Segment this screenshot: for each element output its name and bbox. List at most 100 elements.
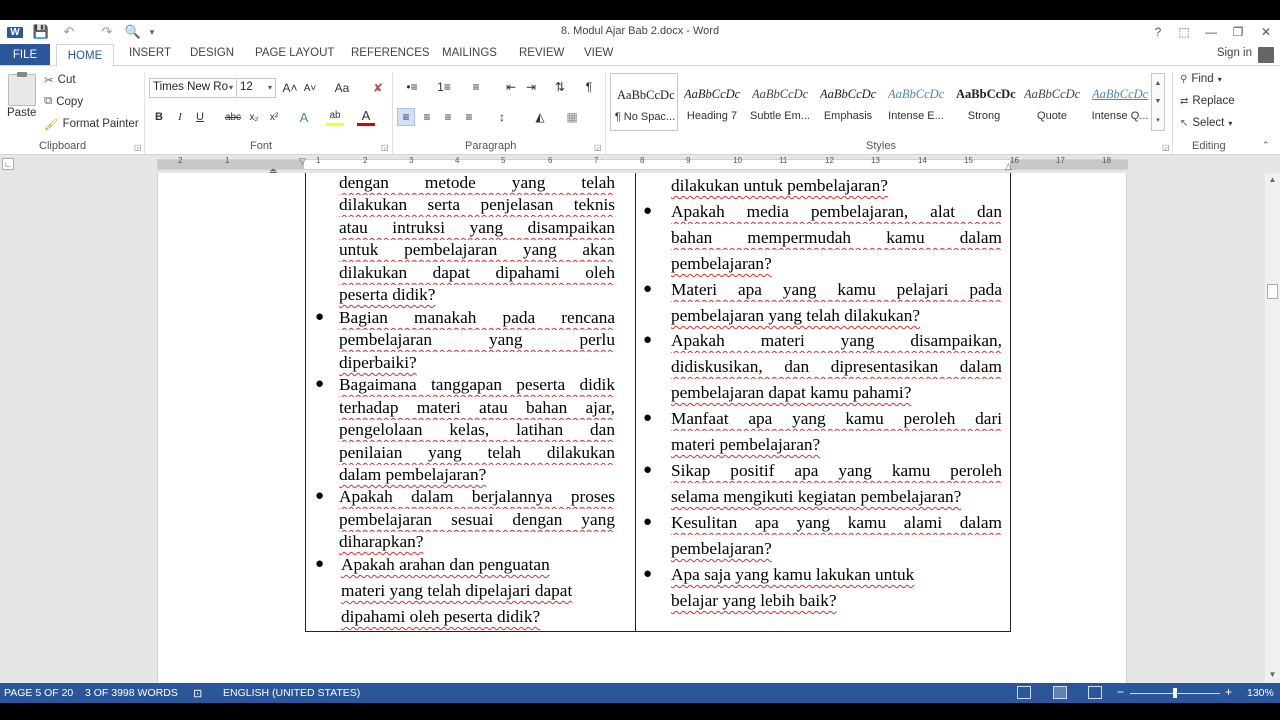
table-cell-text-line[interactable]: diharapkan?	[339, 532, 423, 552]
table-cell-text-line[interactable]: pengelolaan kelas, latihan dan	[339, 420, 615, 442]
zoom-out-button[interactable]: −	[1117, 685, 1124, 699]
account-avatar-icon[interactable]	[1258, 47, 1274, 63]
table-cell-text-line[interactable]: Apakah materi yang disampaikan,	[671, 331, 1002, 353]
table-cell-text-line[interactable]: pembelajaran yang telah dilakukan?	[671, 306, 920, 326]
word-count[interactable]: 3 OF 3998 WORDS	[85, 687, 178, 699]
font-name-box[interactable]: Times New Ro ▾	[149, 78, 237, 98]
numbering-icon[interactable]: 1≡	[430, 78, 458, 96]
font-dialog-launcher-icon[interactable]: ◲	[381, 143, 389, 152]
table-cell-text-line[interactable]: penilaian yang telah dilakukan	[339, 443, 615, 465]
tab-page-layout[interactable]: PAGE LAYOUT	[255, 47, 334, 59]
style-subtle-emphasis[interactable]: AaBbCcDc Subtle Em...	[746, 73, 814, 131]
table-cell-text-line[interactable]: dilakukan serta penjelasan teknis	[339, 195, 615, 217]
page-count[interactable]: PAGE 5 OF 20	[4, 687, 73, 699]
style-heading-7[interactable]: AaBbCcDc Heading 7	[678, 73, 746, 131]
table-cell-text-line[interactable]: Apakah arahan dan penguatan	[341, 555, 550, 575]
table-cell-text-line[interactable]: Bagaimana tanggapan peserta didik	[339, 375, 615, 397]
language-indicator[interactable]: ENGLISH (UNITED STATES)	[223, 687, 360, 699]
table-cell-text-line[interactable]: dilakukan dapat dipahami oleh	[339, 263, 615, 285]
strikethrough-button[interactable]: abc	[222, 108, 244, 126]
show-formatting-marks-icon[interactable]: ¶	[580, 78, 598, 96]
help-button[interactable]: ?	[1146, 22, 1170, 42]
clipboard-dialog-launcher-icon[interactable]: ◲	[134, 143, 142, 152]
styles-gallery-scroll[interactable]: ▲ ▼ ▾	[1151, 73, 1165, 131]
table-cell-text-line[interactable]: peserta didik?	[339, 285, 435, 305]
zoom-level[interactable]: 130%	[1247, 687, 1274, 699]
scroll-up-icon[interactable]: ▲	[1265, 175, 1280, 184]
sign-in-link[interactable]: Sign in	[1217, 47, 1252, 59]
restore-button[interactable]: ❐	[1226, 22, 1250, 42]
document-page[interactable]: dengan metode yang telah dilakukan serta …	[157, 173, 1127, 683]
horizontal-ruler[interactable]: ∟ 2 1 1 2 3 4 5 6 7 8 9 10 11 12 13 14 15 16 17 18 ▽ ⏏ △	[0, 155, 1280, 176]
font-color-icon[interactable]: A	[357, 108, 375, 126]
table-cell-text-line[interactable]: atau intruksi yang disampaikan	[339, 218, 615, 240]
find-button[interactable]: ⚲ Find ▾	[1180, 73, 1222, 85]
copy-button[interactable]: ⧉ Copy	[44, 95, 83, 108]
style-quote[interactable]: AaBbCcDc Quote	[1018, 73, 1086, 131]
cut-button[interactable]: ✂ Cut	[44, 73, 76, 87]
superscript-button[interactable]: x²	[265, 108, 283, 126]
highlight-color-icon[interactable]: ab	[326, 108, 344, 126]
format-painter-button[interactable]: 🖌 Format Painter	[44, 117, 139, 131]
table-cell-text-line[interactable]: Apa saja yang kamu lakukan untuk	[671, 565, 914, 585]
proofing-icon[interactable]: ⊡	[193, 687, 202, 700]
table-cell-text-line[interactable]: pembelajaran?	[671, 539, 772, 559]
align-left-icon[interactable]: ≡	[397, 108, 415, 126]
chevron-down-icon[interactable]: ▼	[1155, 98, 1162, 105]
font-size-box[interactable]: 12 ▾	[236, 78, 276, 98]
table-cell-text-line[interactable]: terhadap materi atau bahan ajar,	[339, 398, 615, 420]
tab-home[interactable]: HOME	[56, 44, 114, 67]
tab-review[interactable]: REVIEW	[519, 47, 564, 59]
table-cell-text-line[interactable]: pembelajaran sesuai dengan yang	[339, 510, 615, 532]
more-icon[interactable]: ▾	[1156, 116, 1160, 124]
table-cell-text-line[interactable]: materi pembelajaran?	[671, 435, 820, 455]
multilevel-list-icon[interactable]: ≡	[463, 78, 489, 96]
table-cell-text-line[interactable]: Apakah dalam berjalannya proses	[339, 487, 615, 509]
right-indent-marker-icon[interactable]: △	[1005, 161, 1012, 172]
underline-button[interactable]: U	[191, 108, 209, 126]
table-cell-text-line[interactable]: materi yang telah dipelajari dapat	[341, 581, 572, 601]
italic-button[interactable]: I	[171, 108, 189, 126]
subscript-button[interactable]: x₂	[245, 108, 263, 126]
zoom-slider-thumb[interactable]	[1173, 688, 1177, 698]
bold-button[interactable]: B	[150, 108, 168, 126]
scroll-thumb[interactable]	[1267, 284, 1278, 299]
table-cell-text-line[interactable]: didiskusikan, dan dipresentasikan dalam	[671, 357, 1002, 379]
style-strong[interactable]: AaBbCcDc Strong	[950, 73, 1018, 131]
ribbon-display-options-icon[interactable]: ⬚	[1172, 22, 1196, 42]
vertical-scrollbar[interactable]: ▲ ▼	[1265, 173, 1280, 683]
tab-file[interactable]: FILE	[0, 44, 50, 66]
style-intense-emphasis[interactable]: AaBbCcDc Intense E...	[882, 73, 950, 131]
close-button[interactable]: ✕	[1254, 22, 1278, 42]
table-cell-text-line[interactable]: diperbaiki?	[339, 353, 417, 373]
table-cell-text-line[interactable]: pembelajaran?	[671, 254, 772, 274]
tab-design[interactable]: DESIGN	[190, 47, 234, 59]
table-cell-text-line[interactable]: pembelajaran yang perlu	[339, 330, 615, 352]
table-cell-text-line[interactable]: dilakukan untuk pembelajaran?	[671, 176, 888, 196]
chevron-up-icon[interactable]: ▲	[1155, 80, 1162, 87]
text-effects-icon[interactable]: A	[295, 108, 313, 126]
table-cell-text-line[interactable]: selama mengikuti kegiatan pembelajaran?	[671, 487, 961, 507]
table-cell-text-line[interactable]: bahan mempermudah kamu dalam	[671, 228, 1002, 250]
paragraph-dialog-launcher-icon[interactable]: ◲	[594, 143, 602, 152]
minimize-button[interactable]: —	[1199, 22, 1223, 42]
select-button[interactable]: ↖ Select ▾	[1180, 117, 1232, 129]
web-layout-icon[interactable]	[1088, 686, 1102, 699]
shrink-font-icon[interactable]: A˅	[301, 79, 319, 97]
borders-icon[interactable]: ▦	[560, 108, 584, 126]
center-icon[interactable]: ≡	[418, 108, 436, 126]
tab-mailings[interactable]: MAILINGS	[442, 47, 497, 59]
zoom-in-button[interactable]: +	[1225, 685, 1232, 699]
table-cell-text-line[interactable]: dipahami oleh peserta didik?	[341, 607, 540, 627]
scroll-down-icon[interactable]: ▼	[1265, 670, 1280, 679]
styles-dialog-launcher-icon[interactable]: ◲	[1162, 143, 1170, 152]
justify-icon[interactable]: ≡	[460, 108, 478, 126]
table-cell-text-line[interactable]: dengan metode yang telah	[339, 173, 615, 195]
clear-formatting-icon[interactable]: ✘	[369, 79, 387, 97]
tab-insert[interactable]: INSERT	[129, 47, 171, 59]
table-cell-text-line[interactable]: belajar yang lebih baik?	[671, 591, 837, 611]
tab-view[interactable]: VIEW	[584, 47, 613, 59]
table-cell-text-line[interactable]: pembelajaran dapat kamu pahami?	[671, 383, 911, 403]
paste-button[interactable]: Paste	[7, 107, 36, 119]
line-spacing-icon[interactable]: ↕	[490, 108, 514, 126]
